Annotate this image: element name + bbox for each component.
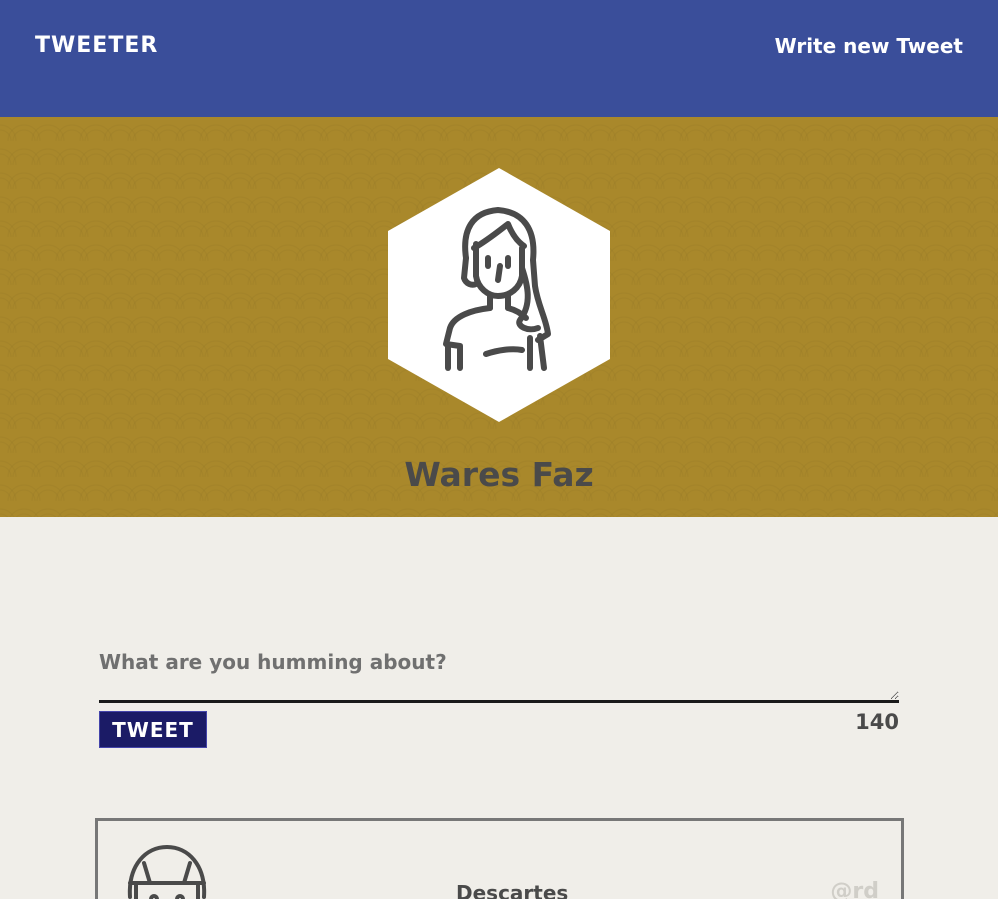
write-new-tweet-link[interactable]: Write new Tweet bbox=[775, 34, 963, 58]
profile-name: Wares Faz bbox=[404, 455, 594, 494]
compose-section: TWEET 140 bbox=[99, 642, 899, 748]
tweet-button[interactable]: TWEET bbox=[99, 711, 207, 748]
profile-avatar bbox=[388, 168, 610, 422]
tweet-author-handle: @rd bbox=[830, 879, 879, 899]
character-counter: 140 bbox=[855, 710, 899, 734]
man-avatar-icon bbox=[127, 844, 207, 899]
brand-logo[interactable]: TWEETER bbox=[35, 33, 158, 58]
profile-header: Wares Faz bbox=[0, 117, 998, 517]
tweet-avatar bbox=[124, 843, 210, 899]
top-nav: TWEETER Write new Tweet bbox=[0, 0, 998, 117]
tweet-author-name: Descartes bbox=[456, 881, 569, 899]
tweet-input[interactable] bbox=[99, 642, 899, 703]
tweet-card: Descartes @rd bbox=[95, 818, 904, 899]
